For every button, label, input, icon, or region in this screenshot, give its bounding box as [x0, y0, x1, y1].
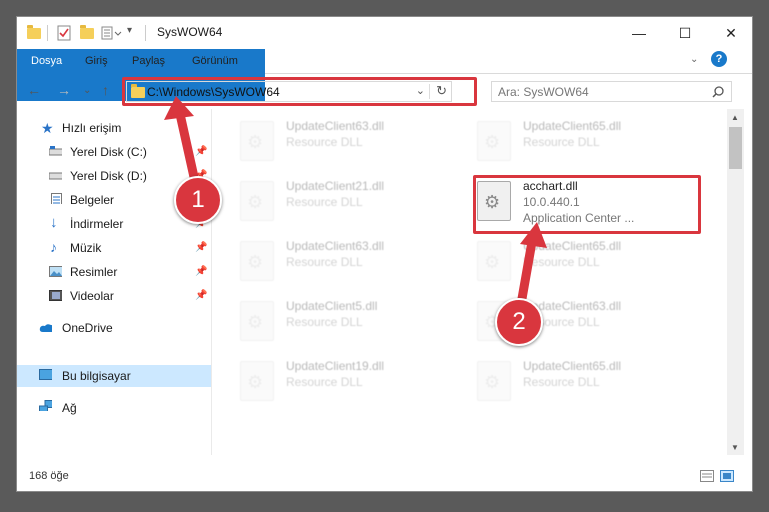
step-2-badge: 2 — [495, 298, 543, 346]
step-1-badge: 1 — [174, 176, 222, 224]
arrow-1 — [164, 96, 201, 191]
arrow-2 — [515, 222, 547, 315]
annotation-arrows — [164, 96, 547, 315]
